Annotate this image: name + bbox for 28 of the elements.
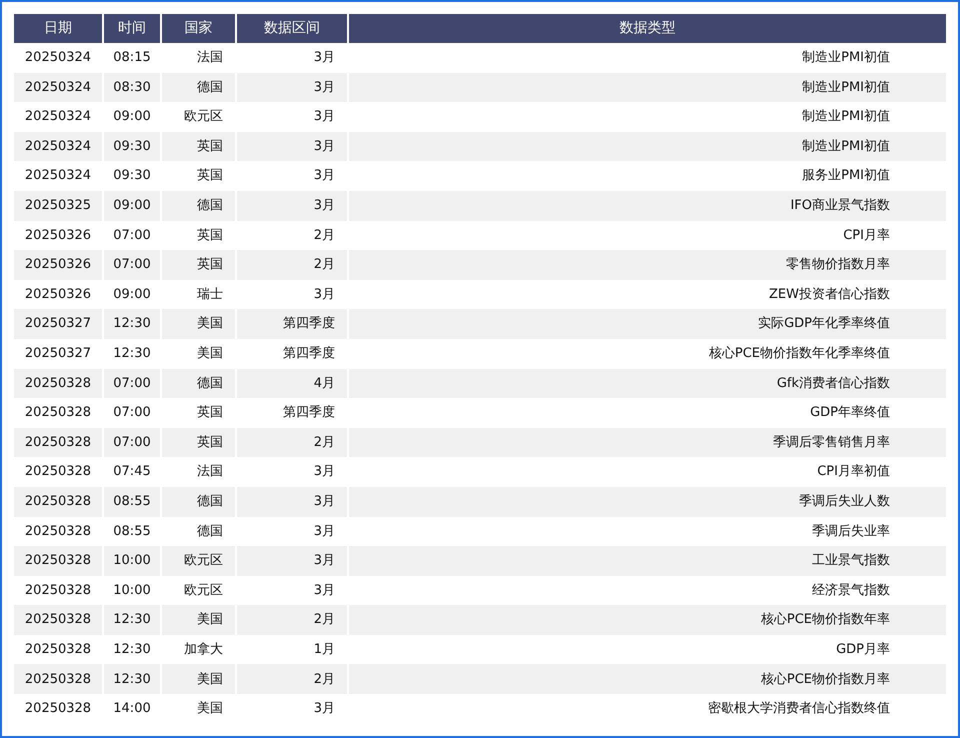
column-header: 数据类型 xyxy=(618,19,676,38)
table-cell-text: 服务业PMI初值 xyxy=(801,167,891,186)
table-cell-text: 制造业PMI初值 xyxy=(801,138,891,156)
table-cell-text: Gfk消费者信心指数 xyxy=(776,374,891,393)
table-cell-text: 季调后零售销售月率 xyxy=(772,434,891,452)
table-cell-text: 季调后失业人数 xyxy=(798,492,891,511)
table-cell-text: IFO商业景气指数 xyxy=(789,197,891,216)
table-cell-text: 经济景气指数 xyxy=(811,582,891,600)
table-cell-text: 核心PCE物价指数年率 xyxy=(760,611,891,630)
table-cell: 3月 xyxy=(237,694,349,724)
table-cell: 20250328 xyxy=(14,694,104,724)
table-cell: 美国 xyxy=(162,694,237,724)
table-cell-text: CPI月率初值 xyxy=(816,463,891,482)
table-cell-text: ZEW投资者信心指数 xyxy=(768,286,891,304)
table-cell-text: 核心PCE物价指数月率 xyxy=(760,670,891,689)
table-cell: 14:00 xyxy=(104,694,162,724)
table-cell-text: 季调后失业率 xyxy=(811,522,891,541)
table-cell-text: 工业景气指数 xyxy=(811,552,891,570)
table-cell-text: 密歇根大学消费者信心指数终值 xyxy=(707,700,891,718)
table-cell-text: CPI月率 xyxy=(842,226,891,245)
table-cell-text: GDP年率终值 xyxy=(809,404,891,422)
table-cell-text: 制造业PMI初值 xyxy=(801,108,891,126)
table-cell-text: 零售物价指数月率 xyxy=(785,256,891,274)
table-cell-text: 制造业PMI初值 xyxy=(801,78,891,97)
table-cell-text: 制造业PMI初值 xyxy=(801,49,891,68)
table-cell-text: 实际GDP年化季率终值 xyxy=(757,315,891,334)
table-cell-text: GDP月率 xyxy=(835,640,891,659)
table-cell-text: 核心PCE物价指数年化季率终值 xyxy=(708,344,891,363)
